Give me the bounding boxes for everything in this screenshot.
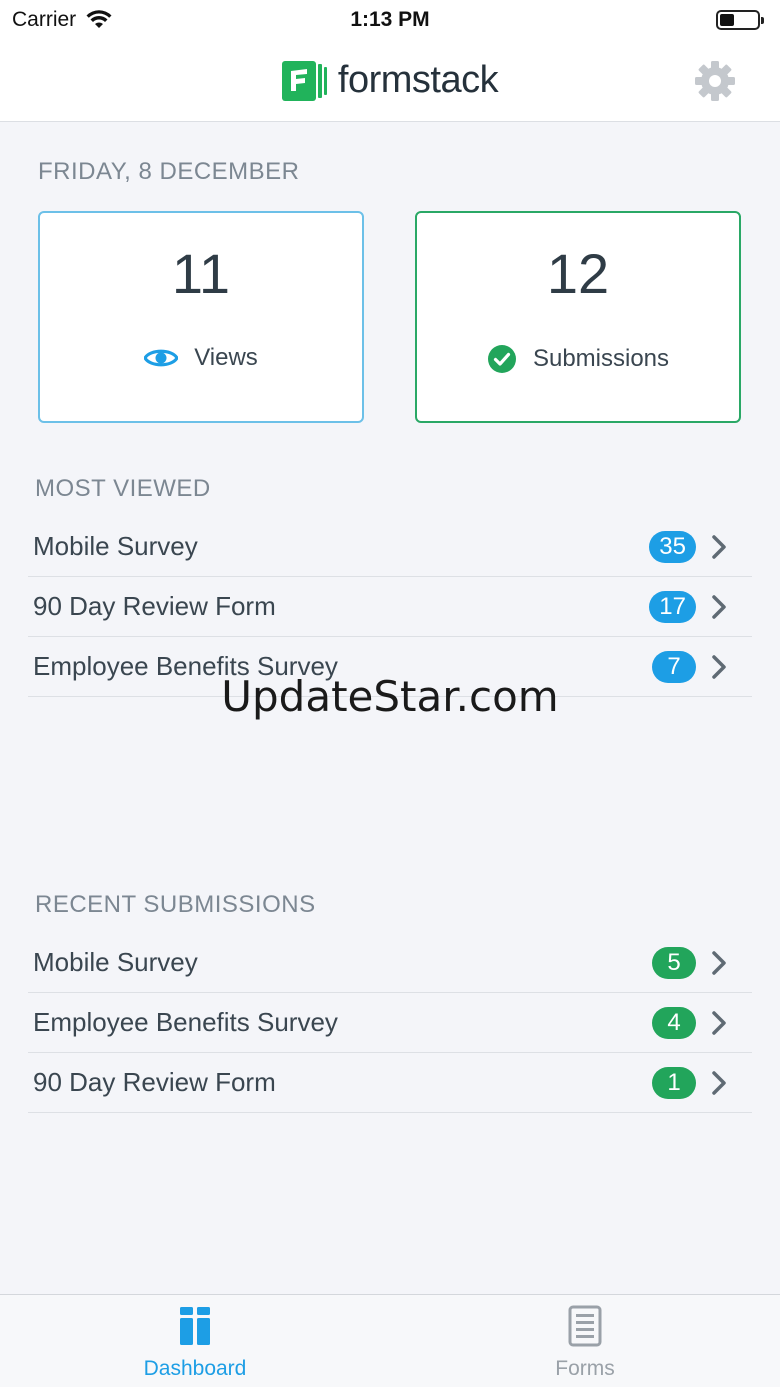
chevron-right-icon	[712, 594, 726, 619]
list-item-title: Mobile Survey	[33, 947, 198, 977]
submissions-count: 12	[546, 242, 610, 305]
list-item[interactable]: 90 Day Review Form 17	[28, 577, 752, 637]
list-item-title: Mobile Survey	[33, 531, 198, 561]
tab-dashboard[interactable]: Dashboard	[0, 1295, 390, 1387]
submission-count-badge: 1	[652, 1066, 696, 1099]
most-viewed-list: Mobile Survey 35 90 Day Review Form 17 E…	[28, 517, 752, 697]
chevron-right-icon	[712, 534, 726, 559]
tab-bar: Dashboard Forms	[0, 1294, 780, 1387]
list-item[interactable]: Mobile Survey 35	[28, 517, 752, 577]
nav-bar: formstack	[0, 40, 780, 122]
check-circle-icon	[487, 345, 516, 373]
chevron-right-icon	[712, 1010, 726, 1035]
tab-forms[interactable]: Forms	[390, 1295, 780, 1387]
submission-count-badge: 4	[652, 1006, 696, 1039]
status-left: Carrier	[12, 8, 112, 32]
list-item[interactable]: Employee Benefits Survey 4	[28, 993, 752, 1053]
watermark-text: UpdateStar.com	[221, 672, 559, 721]
tab-dashboard-label: Dashboard	[143, 1357, 247, 1380]
formstack-logo-icon	[281, 60, 327, 101]
wifi-icon	[86, 10, 112, 28]
view-count-badge: 17	[649, 590, 696, 623]
views-label: Views	[194, 344, 258, 371]
list-item-title: Employee Benefits Survey	[33, 1007, 338, 1037]
recent-submissions-list: Mobile Survey 5 Employee Benefits Survey…	[28, 933, 752, 1113]
carrier-label: Carrier	[12, 8, 77, 31]
dashboard-date: FRIDAY, 8 DECEMBER	[38, 158, 300, 185]
chevron-right-icon	[712, 1070, 726, 1095]
chevron-right-icon	[712, 950, 726, 975]
list-item[interactable]: 90 Day Review Form 1	[28, 1053, 752, 1113]
logo-text: formstack	[337, 59, 499, 101]
dashboard-icon	[180, 1307, 210, 1345]
submission-count-badge: 5	[652, 946, 696, 979]
views-count: 11	[171, 242, 231, 305]
most-viewed-title: MOST VIEWED	[35, 475, 211, 502]
gear-icon[interactable]	[694, 60, 736, 102]
formstack-logo: formstack	[281, 59, 499, 102]
tab-forms-label: Forms	[555, 1357, 615, 1380]
list-item[interactable]: Mobile Survey 5	[28, 933, 752, 993]
eye-icon	[144, 349, 179, 367]
submissions-label-row: Submissions	[487, 344, 669, 374]
views-card[interactable]: 11 Views	[38, 211, 364, 423]
view-count-badge: 35	[649, 530, 696, 563]
status-time: 1:13 PM	[350, 8, 430, 31]
battery-icon	[716, 10, 764, 30]
submissions-label: Submissions	[532, 345, 670, 372]
recent-submissions-title: RECENT SUBMISSIONS	[35, 891, 316, 918]
submissions-card[interactable]: 12 Submissions	[415, 211, 741, 423]
status-bar: Carrier 1:13 PM	[0, 0, 780, 40]
list-item-title: 90 Day Review Form	[33, 591, 276, 621]
forms-icon	[568, 1305, 602, 1347]
views-label-row: Views	[144, 344, 258, 372]
list-item-title: 90 Day Review Form	[33, 1067, 276, 1097]
